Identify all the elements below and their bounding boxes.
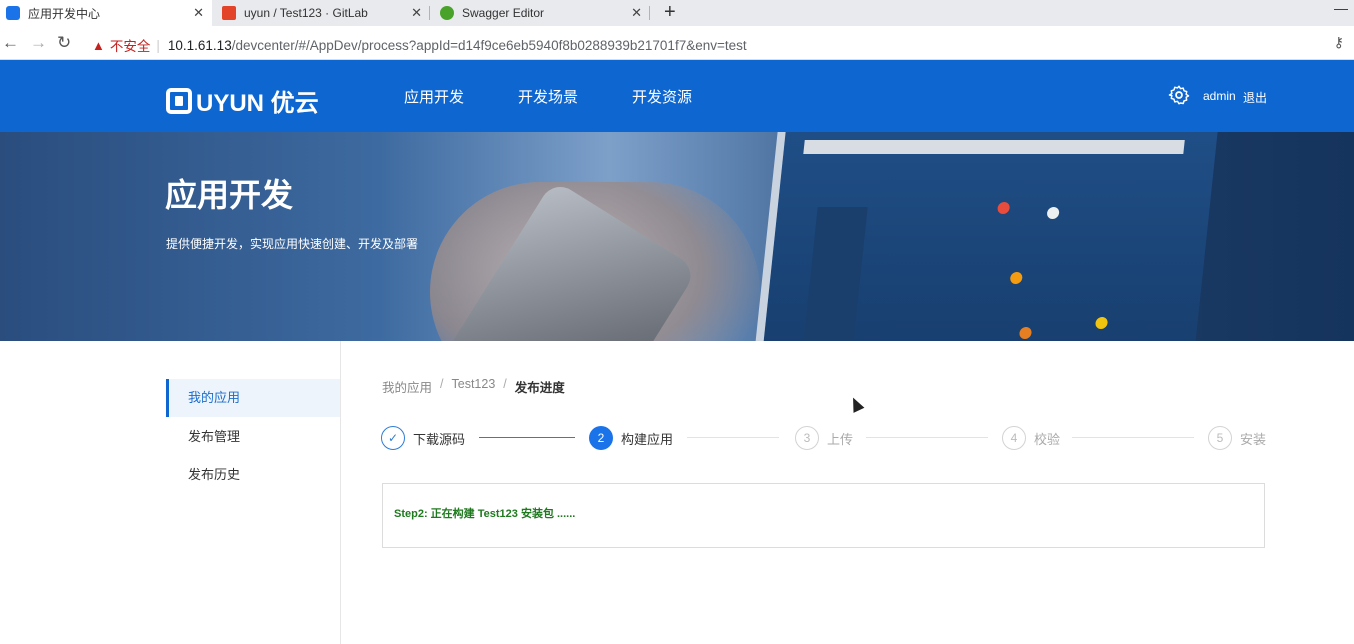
step-connector: [1072, 437, 1194, 438]
key-icon[interactable]: ⚷: [1334, 34, 1344, 51]
step-label: 校验: [1034, 431, 1061, 447]
close-icon[interactable]: ✕: [411, 5, 422, 21]
tab-separator: [649, 6, 650, 20]
browser-tab-app-dev-center[interactable]: 应用开发中心 ✕: [0, 0, 212, 26]
breadcrumb: 我的应用 / Test123 / 发布进度: [382, 377, 565, 396]
logo-icon: [166, 87, 192, 114]
step-label: 安装: [1240, 431, 1267, 447]
step-label: 下载源码: [413, 431, 466, 447]
gitlab-icon: [222, 6, 236, 20]
step-number: 2: [589, 426, 613, 450]
step-connector: [479, 437, 575, 438]
breadcrumb-my-apps[interactable]: 我的应用: [382, 377, 432, 396]
reload-icon[interactable]: ↻: [57, 33, 71, 53]
app-header: UYUN 优云 应用开发 开发场景 开发资源 admin 退出: [0, 60, 1354, 132]
uyun-logo[interactable]: UYUN 优云: [166, 83, 319, 118]
step-label: 上传: [827, 431, 854, 447]
browser-tab-gitlab[interactable]: uyun / Test123 · GitLab ✕: [216, 0, 430, 26]
minimize-icon[interactable]: —: [1334, 0, 1348, 16]
back-arrow-icon[interactable]: ←: [2, 33, 19, 53]
url-divider: |: [156, 37, 160, 53]
step-number: 5: [1208, 426, 1232, 450]
step-done-check-icon: ✓: [381, 426, 405, 450]
breadcrumb-app[interactable]: Test123: [452, 377, 496, 396]
sidebar: 我的应用 发布管理 发布历史: [0, 341, 341, 644]
nav-item-app-dev[interactable]: 应用开发: [404, 86, 464, 107]
step-verify: 4 校验: [1002, 426, 1060, 450]
step-build-app: 2 构建应用: [589, 426, 673, 450]
mouse-cursor-icon: [847, 395, 865, 413]
url-path: /devcenter/#/AppDev/process?appId=d14f9c…: [231, 37, 747, 53]
gear-icon[interactable]: [1168, 84, 1190, 106]
insecure-label: 不安全: [109, 39, 151, 54]
browser-tab-swagger[interactable]: Swagger Editor ✕: [434, 0, 650, 26]
username-label[interactable]: admin: [1203, 89, 1236, 103]
url-host: 10.1.61.13: [167, 37, 232, 53]
tab-title: uyun / Test123 · GitLab: [244, 6, 368, 20]
step-connector: [687, 437, 779, 438]
step-number: 3: [795, 426, 819, 450]
step-connector: [866, 437, 988, 438]
warning-icon: ▲: [92, 37, 105, 53]
sidebar-item-release-history[interactable]: 发布历史: [166, 456, 340, 494]
build-log-text: Step2: 正在构建 Test123 安装包 ......: [394, 508, 576, 520]
step-upload: 3 上传: [795, 426, 853, 450]
tab-separator: [429, 6, 430, 20]
breadcrumb-current: 发布进度: [514, 381, 565, 395]
hero-banner: 应用开发 提供便捷开发，实现应用快速创建、开发及部署: [0, 132, 1354, 341]
forward-arrow-icon[interactable]: →: [30, 33, 47, 53]
nav-item-dev-resources[interactable]: 开发资源: [632, 86, 692, 107]
build-log-panel: Step2: 正在构建 Test123 安装包 ......: [382, 483, 1265, 548]
close-icon[interactable]: ✕: [193, 5, 204, 21]
step-download-source: ✓ 下载源码: [381, 426, 465, 450]
nav-item-dev-scenarios[interactable]: 开发场景: [518, 86, 578, 107]
main-nav: 应用开发 开发场景 开发资源: [404, 86, 746, 107]
step-install: 5 安装: [1208, 426, 1266, 450]
close-icon[interactable]: ✕: [631, 5, 642, 21]
sidebar-item-release-management[interactable]: 发布管理: [166, 418, 340, 456]
page-subtitle: 提供便捷开发，实现应用快速创建、开发及部署: [166, 237, 419, 251]
logo-text: UYUN 优云: [196, 90, 319, 117]
sidebar-item-my-apps[interactable]: 我的应用: [166, 379, 340, 417]
tab-title: 应用开发中心: [28, 6, 101, 21]
new-tab-button[interactable]: +: [664, 1, 676, 24]
browser-tab-strip: 应用开发中心 ✕ uyun / Test123 · GitLab ✕ Swagg…: [0, 0, 1354, 26]
logout-link[interactable]: 退出: [1243, 89, 1267, 106]
swagger-icon: [440, 6, 454, 20]
url-field[interactable]: ▲ 不安全 | 10.1.61.13 /devcenter/#/AppDev/p…: [92, 35, 747, 55]
uyun-favicon-icon: [6, 6, 20, 20]
step-number: 4: [1002, 426, 1026, 450]
page-title: 应用开发: [165, 177, 294, 213]
banner-laptop-image: [752, 132, 1218, 341]
tab-title: Swagger Editor: [462, 6, 545, 20]
address-bar: ← → ↻ ▲ 不安全 | 10.1.61.13 /devcenter/#/Ap…: [0, 26, 1354, 60]
step-label: 构建应用: [621, 431, 674, 447]
